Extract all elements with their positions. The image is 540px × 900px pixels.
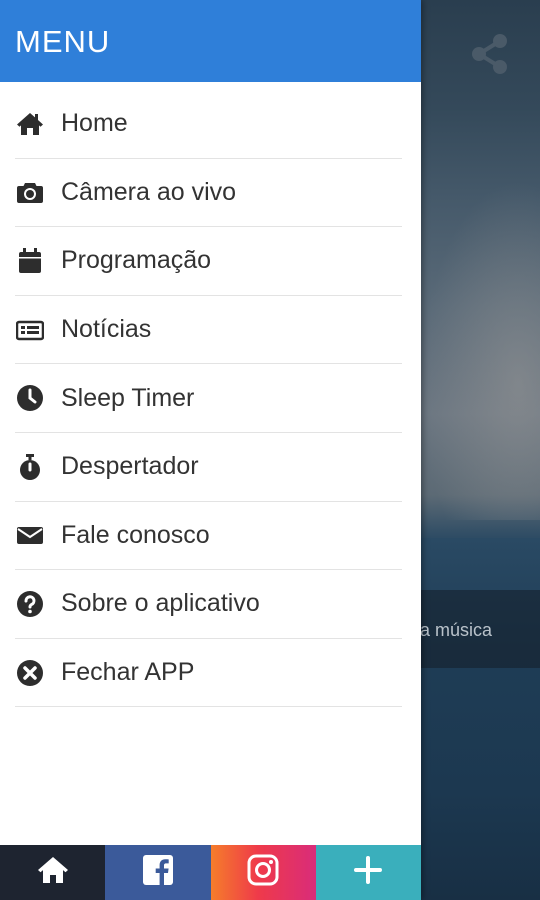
menu-item-fechar[interactable]: Fechar APP	[15, 639, 402, 708]
menu-item-label: Despertador	[61, 452, 199, 481]
plus-icon	[351, 853, 385, 892]
menu-item-label: Fale conosco	[61, 520, 210, 549]
question-circle-icon	[15, 589, 45, 619]
menu-item-label: Câmera ao vivo	[61, 177, 237, 206]
camera-icon	[15, 177, 45, 207]
newspaper-icon	[15, 315, 45, 345]
share-icon[interactable]	[470, 33, 510, 75]
home-icon	[15, 109, 45, 139]
facebook-icon	[141, 853, 175, 892]
clock-icon	[15, 383, 45, 413]
menu-item-noticias[interactable]: Notícias	[15, 296, 402, 365]
stopwatch-icon	[15, 452, 45, 482]
menu-item-label: Fechar APP	[61, 658, 195, 687]
close-circle-icon	[15, 658, 45, 688]
menu-item-sleep-timer[interactable]: Sleep Timer	[15, 364, 402, 433]
menu-item-label: Programação	[61, 246, 212, 275]
bottom-home-button[interactable]	[0, 845, 106, 900]
instagram-icon	[246, 853, 280, 892]
bottom-social-bar	[0, 845, 421, 900]
drawer-title: MENU	[15, 24, 111, 59]
menu-item-label: Home	[61, 109, 128, 138]
menu-item-label: Sleep Timer	[61, 383, 195, 412]
facebook-button[interactable]	[105, 845, 211, 900]
home-icon	[36, 853, 70, 892]
menu-item-fale-conosco[interactable]: Fale conosco	[15, 502, 402, 571]
navigation-drawer: MENU Home Câmera ao vivo Programação Not…	[0, 0, 421, 900]
menu-item-label: Sobre o aplicativo	[61, 589, 260, 618]
envelope-icon	[15, 520, 45, 550]
drawer-header: MENU	[0, 0, 421, 82]
calendar-icon	[15, 246, 45, 276]
menu-item-label: Notícias	[61, 315, 152, 344]
menu-item-home[interactable]: Home	[15, 90, 402, 159]
background-song-text: a música	[420, 620, 493, 640]
menu-list: Home Câmera ao vivo Programação Notícias…	[15, 90, 402, 708]
menu-item-sobre[interactable]: Sobre o aplicativo	[15, 570, 402, 639]
instagram-button[interactable]	[210, 845, 316, 900]
background-clouds	[420, 180, 540, 520]
menu-item-despertador[interactable]: Despertador	[15, 433, 402, 502]
menu-item-camera[interactable]: Câmera ao vivo	[15, 159, 402, 228]
plus-button[interactable]	[315, 845, 421, 900]
menu-item-programacao[interactable]: Programação	[15, 227, 402, 296]
